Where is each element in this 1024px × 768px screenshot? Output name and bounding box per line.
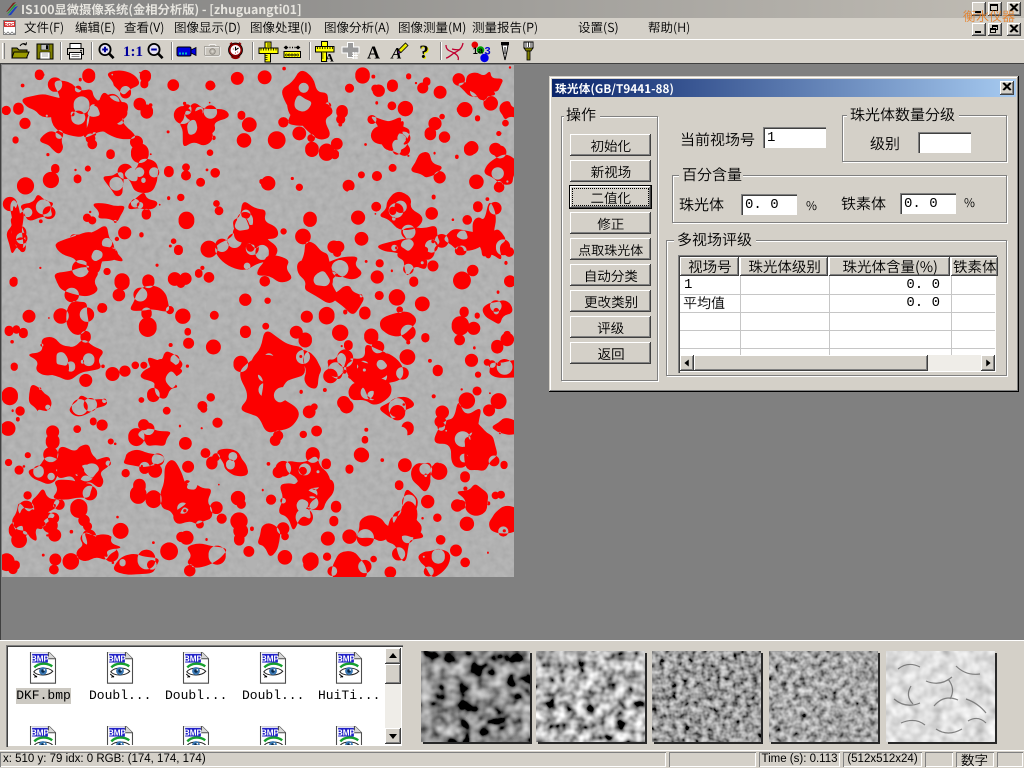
svg-text:BMP: BMP [31,655,50,664]
svg-text:DOC: DOC [4,22,15,27]
svg-text:BMP: BMP [184,729,203,738]
svg-text:BMP: BMP [337,729,356,738]
svg-text:BMP: BMP [108,729,127,738]
svg-text:BMP: BMP [261,655,280,664]
svg-text:BMP: BMP [261,729,280,738]
svg-text:A: A [367,43,380,63]
svg-text:A: A [325,51,334,64]
svg-text:?: ? [419,42,429,63]
svg-text:1:1: 1:1 [123,44,143,60]
svg-text:BMP: BMP [31,729,50,738]
svg-text:BMP: BMP [337,655,356,664]
svg-text:BMP: BMP [184,655,203,664]
svg-text:BMP: BMP [108,655,127,664]
